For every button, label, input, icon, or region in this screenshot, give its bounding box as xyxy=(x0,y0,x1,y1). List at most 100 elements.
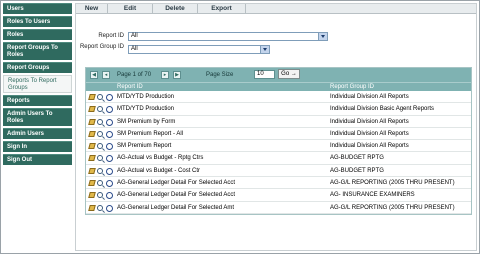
report-group-value: All xyxy=(131,46,138,52)
report-id-cell: AG-Actual vs Budget - Cost Ctr xyxy=(117,167,201,174)
sidebar-item-users[interactable]: Users xyxy=(3,3,72,14)
search-icon[interactable] xyxy=(97,167,103,174)
row-actions xyxy=(88,192,113,200)
report-id-cell: MTD/YTD Production xyxy=(117,94,175,100)
select-radio-icon[interactable] xyxy=(106,130,113,138)
table-header: Report ID Report Group ID xyxy=(86,82,471,91)
search-icon[interactable] xyxy=(97,155,103,162)
chevron-down-icon xyxy=(260,46,269,53)
table-row[interactable]: MTD/YTD Production Individual Division Ba… xyxy=(86,103,471,116)
report-id-cell: SM Premium Report xyxy=(117,143,172,150)
table-row[interactable]: SM Premium by Form Individual Division Al… xyxy=(86,116,471,128)
report-group-id-cell: AG-G/L REPORTING (2005 THRU PRESENT) xyxy=(330,180,455,187)
report-grid: ◀ ◂ Page 1 of 70 ▸ ▶ Page Size 10 Go → R… xyxy=(85,67,472,215)
sidebar-item-report-groups[interactable]: Report Groups xyxy=(3,62,72,73)
edit-icon[interactable] xyxy=(88,143,96,150)
edit-icon[interactable] xyxy=(88,106,96,113)
report-group-id-cell: Individual Division All Reports xyxy=(330,118,409,125)
report-id-cell: AG-General Ledger Detail For Selected Ac… xyxy=(117,192,236,199)
report-id-label: Report ID xyxy=(98,33,124,39)
column-header-report-id[interactable]: Report ID xyxy=(117,84,143,91)
page-indicator: Page 1 of 70 xyxy=(117,72,152,78)
report-id-value: All xyxy=(131,33,138,39)
sidebar-item-admin-users-to-roles[interactable]: Admin Users To Roles xyxy=(3,108,72,126)
report-group-id-cell: Individual Division All Reports xyxy=(330,130,409,137)
row-actions xyxy=(88,118,113,126)
table-row[interactable]: SM Premium Report - All Individual Divisi… xyxy=(86,128,471,141)
row-actions xyxy=(88,180,113,188)
select-radio-icon[interactable] xyxy=(106,192,113,200)
search-icon[interactable] xyxy=(97,118,103,125)
search-icon[interactable] xyxy=(97,130,103,137)
toolbar: New Edit Delete Export xyxy=(76,4,476,14)
sidebar-item-admin-users[interactable]: Admin Users xyxy=(3,128,72,139)
chevron-down-icon xyxy=(318,33,327,40)
sidebar-item-reports[interactable]: Reports xyxy=(3,95,72,106)
search-icon[interactable] xyxy=(97,192,103,199)
last-page-icon[interactable]: ▶ xyxy=(173,71,181,79)
table-body: MTD/YTD Production Individual Division Al… xyxy=(86,91,471,214)
select-radio-icon[interactable] xyxy=(106,118,113,126)
sidebar-item-roles-to-users[interactable]: Roles To Users xyxy=(3,16,72,27)
edit-icon[interactable] xyxy=(88,94,96,100)
edit-button[interactable]: Edit xyxy=(108,4,153,14)
row-actions xyxy=(88,155,113,163)
page-size-label: Page Size xyxy=(206,72,234,78)
prev-page-icon[interactable]: ◂ xyxy=(102,71,110,79)
main-content: New Edit Delete Export Report ID All Rep… xyxy=(75,3,477,251)
report-id-cell: AG-Actual vs Budget - Rptg Ctrs xyxy=(117,155,204,162)
sidebar-item-roles[interactable]: Roles xyxy=(3,29,72,40)
sidebar-nav: Users Roles To Users Roles Report Groups… xyxy=(3,3,72,167)
select-radio-icon[interactable] xyxy=(106,204,113,212)
report-group-label: Report Group ID xyxy=(79,44,124,50)
table-row[interactable]: SM Premium Report Individual Division All… xyxy=(86,140,471,153)
table-row[interactable]: AG-Actual vs Budget - Cost Ctr AG-BUDGET … xyxy=(86,165,471,178)
search-icon[interactable] xyxy=(97,204,103,211)
search-icon[interactable] xyxy=(97,143,103,150)
select-radio-icon[interactable] xyxy=(106,94,113,101)
report-id-cell: SM Premium Report - All xyxy=(117,130,184,137)
sidebar-item-reports-to-report-groups[interactable]: Reports To Report Groups xyxy=(3,75,72,93)
table-row[interactable]: AG-General Ledger Detail For Selected Am… xyxy=(86,202,471,214)
report-id-cell: AG-General Ledger Detail For Selected Ac… xyxy=(117,180,236,187)
select-radio-icon[interactable] xyxy=(106,167,113,175)
go-button[interactable]: Go → xyxy=(278,69,300,79)
select-radio-icon[interactable] xyxy=(106,180,113,188)
edit-icon[interactable] xyxy=(88,167,96,174)
edit-icon[interactable] xyxy=(88,204,96,211)
edit-icon[interactable] xyxy=(88,180,96,187)
table-row[interactable]: AG-General Ledger Detail For Selected Ac… xyxy=(86,177,471,190)
edit-icon[interactable] xyxy=(88,118,96,125)
report-group-select[interactable]: All xyxy=(128,45,270,54)
report-group-id-cell: Individual Division All Reports xyxy=(330,143,409,150)
report-id-cell: AG-General Ledger Detail For Selected Am… xyxy=(117,204,235,211)
row-actions xyxy=(88,106,113,114)
new-button[interactable]: New xyxy=(76,4,108,14)
select-radio-icon[interactable] xyxy=(106,106,113,114)
delete-button[interactable]: Delete xyxy=(153,4,198,14)
search-icon[interactable] xyxy=(97,106,103,113)
select-radio-icon[interactable] xyxy=(106,155,113,163)
edit-icon[interactable] xyxy=(88,130,96,137)
sidebar-item-report-groups-to-roles[interactable]: Report Groups To Roles xyxy=(3,42,72,60)
column-header-report-group-id[interactable]: Report Group ID xyxy=(330,84,374,91)
sidebar-item-sign-in[interactable]: Sign In xyxy=(3,141,72,152)
pager-bar: ◀ ◂ Page 1 of 70 ▸ ▶ Page Size 10 Go → xyxy=(86,68,471,82)
page-size-input[interactable]: 10 xyxy=(254,70,275,79)
first-page-icon[interactable]: ◀ xyxy=(90,71,98,79)
table-row[interactable]: AG-General Ledger Detail For Selected Ac… xyxy=(86,189,471,202)
report-id-select[interactable]: All xyxy=(128,32,328,41)
edit-icon[interactable] xyxy=(88,192,96,199)
export-button[interactable]: Export xyxy=(198,4,246,14)
edit-icon[interactable] xyxy=(88,155,96,162)
next-page-icon[interactable]: ▸ xyxy=(161,71,169,79)
report-group-id-cell: AG-G/L REPORTING (2005 THRU PRESENT) xyxy=(330,204,455,211)
search-icon[interactable] xyxy=(97,94,103,100)
select-radio-icon[interactable] xyxy=(106,143,113,151)
table-row[interactable]: MTD/YTD Production Individual Division Al… xyxy=(86,91,471,104)
sidebar-item-sign-out[interactable]: Sign Out xyxy=(3,154,72,165)
row-actions xyxy=(88,130,113,138)
row-actions xyxy=(88,204,113,212)
search-icon[interactable] xyxy=(97,180,103,187)
table-row[interactable]: AG-Actual vs Budget - Rptg Ctrs AG-BUDGET… xyxy=(86,152,471,165)
